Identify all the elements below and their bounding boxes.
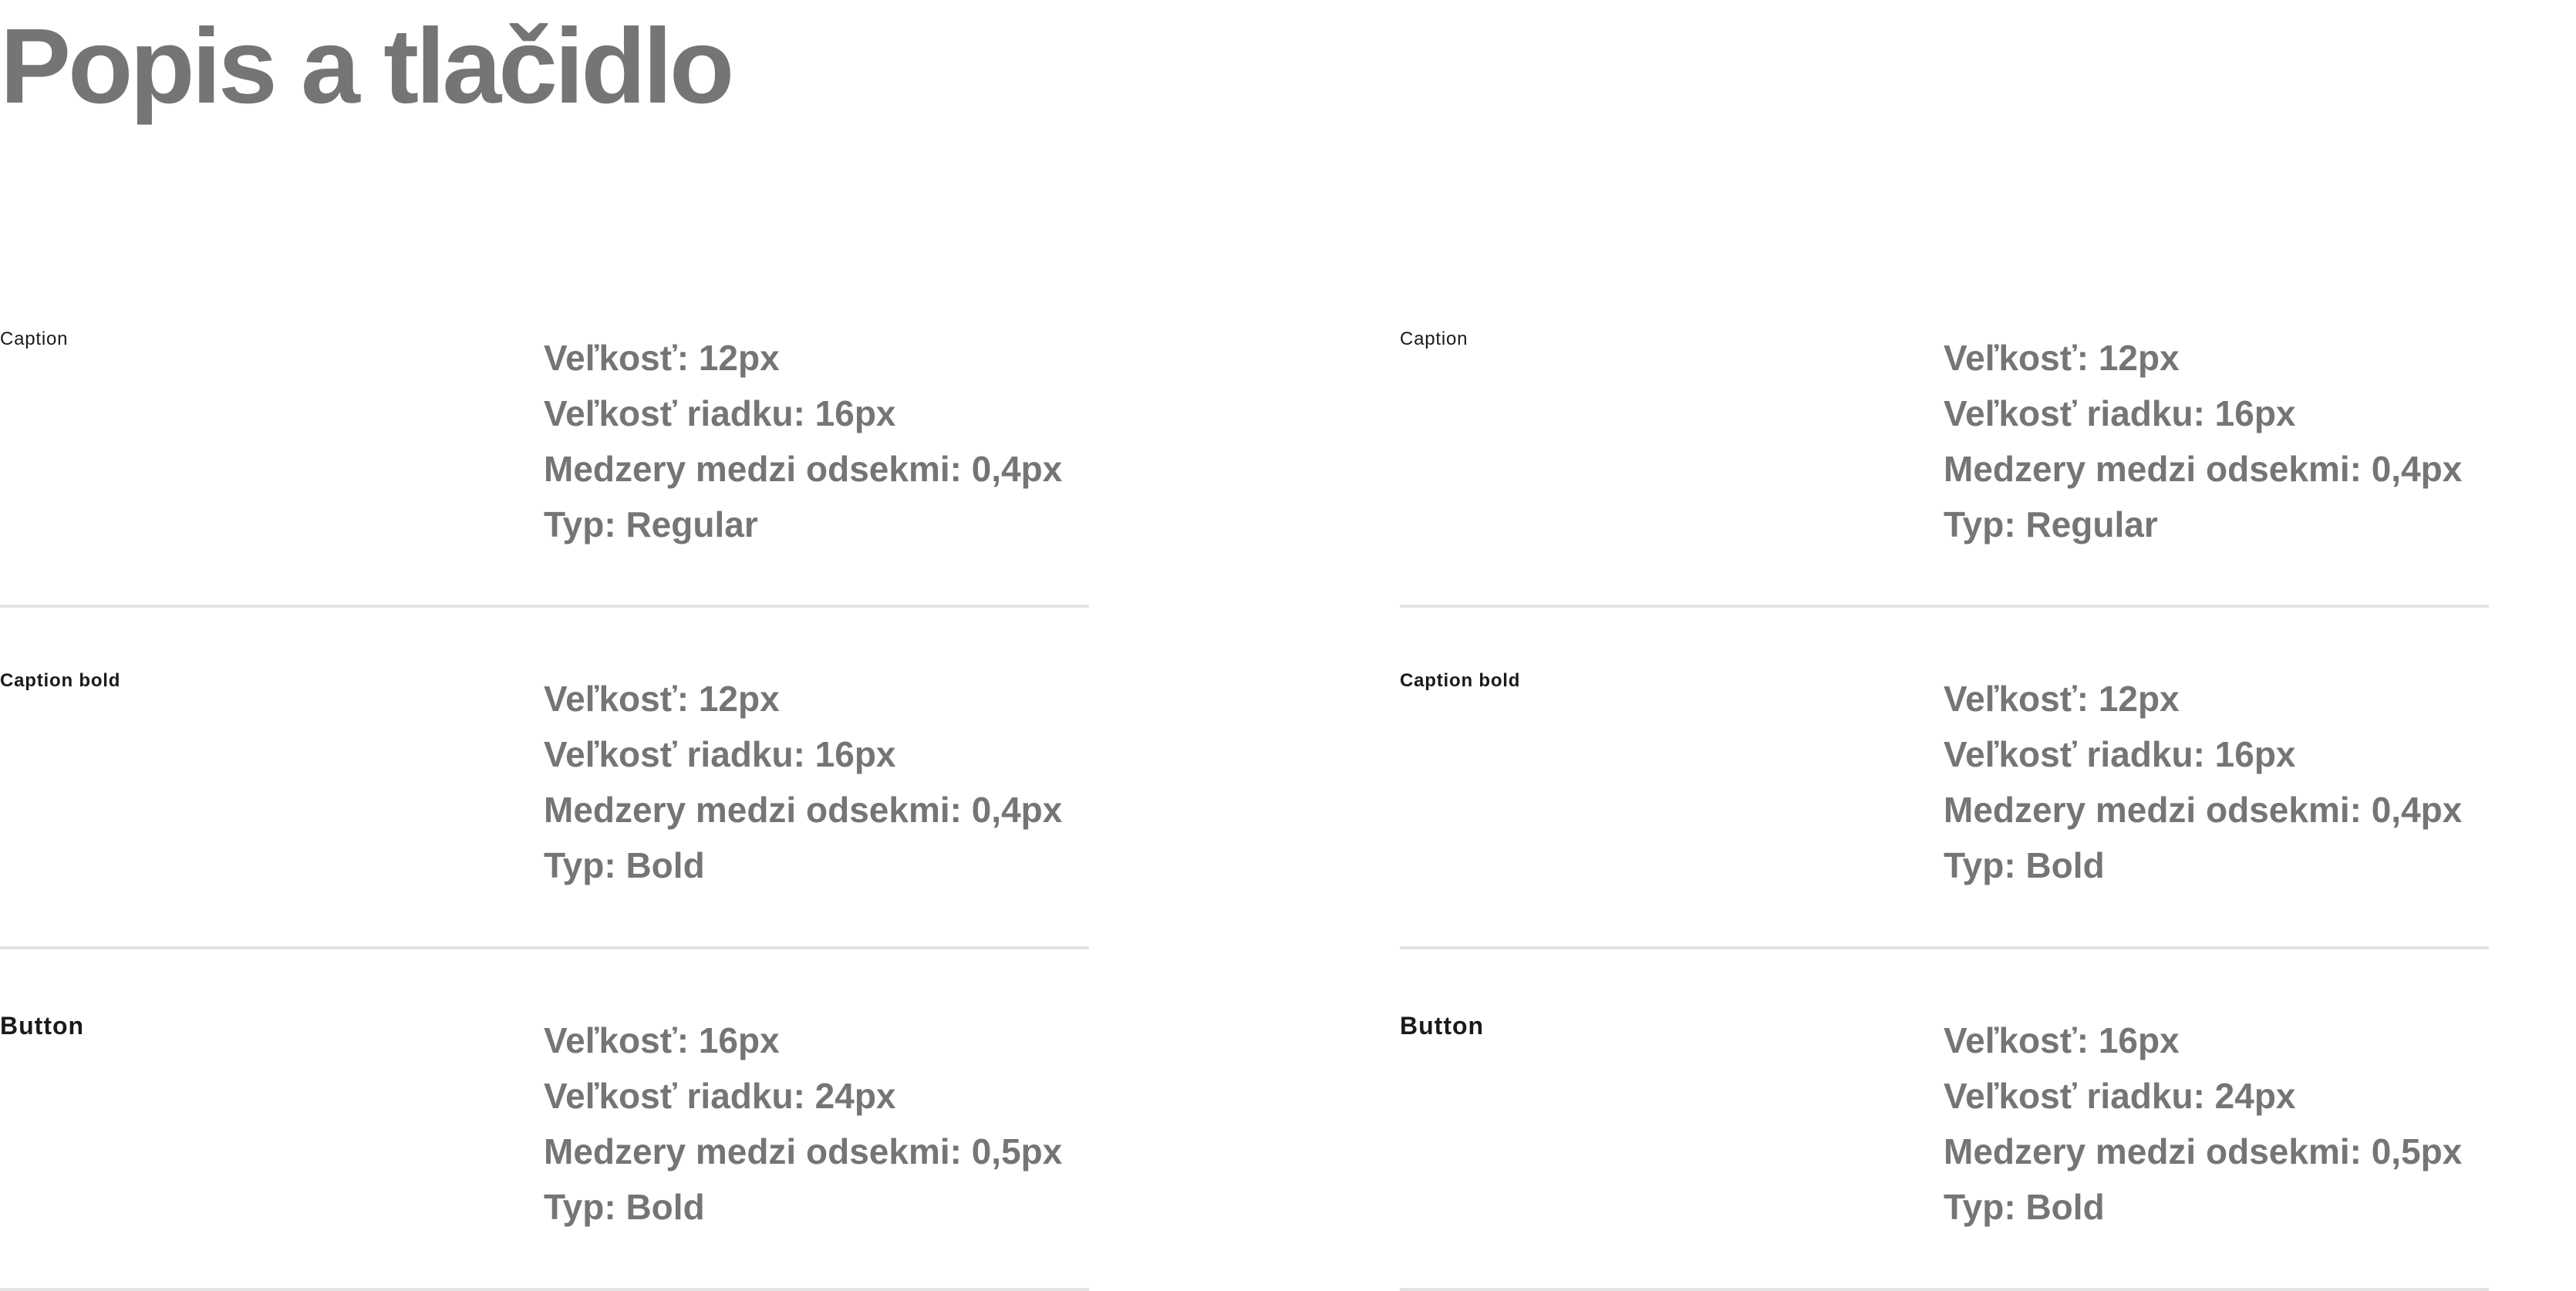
spec-size: Veľkosť: 16px <box>1944 1020 2180 1060</box>
spec-list: Veľkosť: 12px Veľkosť riadku: 16px Medze… <box>544 671 1062 893</box>
spec-list: Veľkosť: 16px Veľkosť riadku: 24px Medze… <box>544 1013 1062 1235</box>
spec-letter-spacing: Medzery medzi odsekmi: 0,4px <box>1944 790 2463 830</box>
style-row-caption-bold: Caption bold Veľkosť: 12px Veľkosť riadk… <box>1400 608 2489 949</box>
spec-letter-spacing: Medzery medzi odsekmi: 0,4px <box>544 449 1063 489</box>
style-row-button: Button Veľkosť: 16px Veľkosť riadku: 24p… <box>1400 949 2489 1291</box>
spec-weight: Typ: Regular <box>1944 504 2158 544</box>
spec-line-height: Veľkosť riadku: 16px <box>544 734 896 774</box>
spec-weight: Typ: Regular <box>544 504 758 544</box>
spec-list: Veľkosť: 16px Veľkosť riadku: 24px Medze… <box>1944 1013 2462 1235</box>
typography-column-right: Caption Veľkosť: 12px Veľkosť riadku: 16… <box>1400 287 2489 1291</box>
spec-line-height: Veľkosť riadku: 16px <box>1944 734 2296 774</box>
style-row-caption: Caption Veľkosť: 12px Veľkosť riadku: 16… <box>0 287 1089 608</box>
spec-line-height: Veľkosť riadku: 24px <box>544 1076 896 1116</box>
style-sample-caption-bold: Caption bold <box>0 670 121 691</box>
style-row-button: Button Veľkosť: 16px Veľkosť riadku: 24p… <box>0 949 1089 1291</box>
style-sample-caption: Caption <box>0 329 69 349</box>
spec-weight: Typ: Bold <box>544 1187 705 1227</box>
style-sample-caption-bold: Caption bold <box>1400 670 1521 691</box>
spec-line-height: Veľkosť riadku: 16px <box>544 393 896 433</box>
style-sample-button: Button <box>0 1012 85 1040</box>
style-sample-button: Button <box>1400 1012 1485 1040</box>
spec-line-height: Veľkosť riadku: 16px <box>1944 393 2296 433</box>
spec-letter-spacing: Medzery medzi odsekmi: 0,5px <box>1944 1131 2463 1171</box>
spec-size: Veľkosť: 16px <box>544 1020 780 1060</box>
style-row-caption: Caption Veľkosť: 12px Veľkosť riadku: 16… <box>1400 287 2489 608</box>
spec-list: Veľkosť: 12px Veľkosť riadku: 16px Medze… <box>1944 330 2462 552</box>
typography-column-left: Caption Veľkosť: 12px Veľkosť riadku: 16… <box>0 287 1089 1291</box>
spec-list: Veľkosť: 12px Veľkosť riadku: 16px Medze… <box>544 330 1062 552</box>
style-sample-caption: Caption <box>1400 329 1468 349</box>
spec-size: Veľkosť: 12px <box>544 338 780 378</box>
page-title: Popis a tlačidlo <box>0 7 734 126</box>
style-row-caption-bold: Caption bold Veľkosť: 12px Veľkosť riadk… <box>0 608 1089 949</box>
spec-letter-spacing: Medzery medzi odsekmi: 0,5px <box>544 1131 1063 1171</box>
spec-size: Veľkosť: 12px <box>544 679 780 719</box>
spec-size: Veľkosť: 12px <box>1944 679 2180 719</box>
spec-size: Veľkosť: 12px <box>1944 338 2180 378</box>
spec-letter-spacing: Medzery medzi odsekmi: 0,4px <box>544 790 1063 830</box>
spec-list: Veľkosť: 12px Veľkosť riadku: 16px Medze… <box>1944 671 2462 893</box>
spec-line-height: Veľkosť riadku: 24px <box>1944 1076 2296 1116</box>
spec-weight: Typ: Bold <box>1944 1187 2105 1227</box>
spec-letter-spacing: Medzery medzi odsekmi: 0,4px <box>1944 449 2463 489</box>
spec-weight: Typ: Bold <box>1944 845 2105 885</box>
spec-weight: Typ: Bold <box>544 845 705 885</box>
